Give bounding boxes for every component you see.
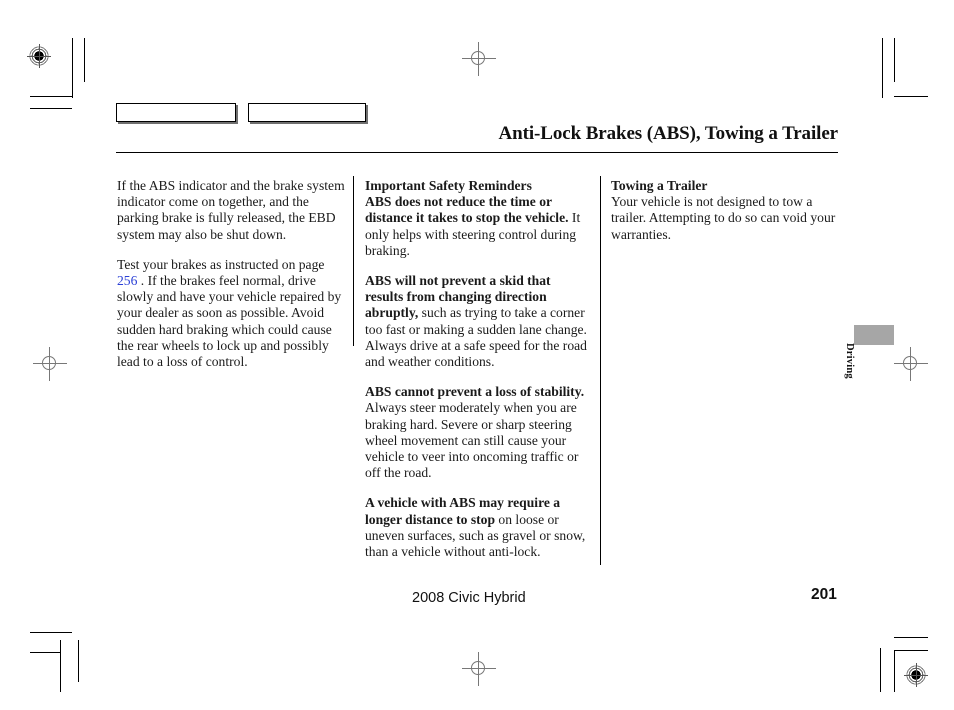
crop-mark-top-right-vertical-outer — [894, 38, 895, 82]
page-reference-link[interactable]: 256 — [117, 273, 137, 288]
crop-mark-bottom-right-vertical-inner — [894, 650, 895, 692]
crop-mark-top-left-vertical-inner — [72, 38, 73, 98]
crop-mark-bottom-left-horizontal-lower — [30, 652, 60, 653]
paragraph: Test your brakes as instructed on page 2… — [117, 257, 345, 370]
paragraph: ABS cannot prevent a loss of stability. … — [365, 384, 591, 481]
crop-mark-top-left-horizontal-outer — [30, 108, 72, 109]
paragraph: A vehicle with ABS may require a longer … — [365, 495, 591, 560]
bold-text-run: ABS does not reduce the time or distance… — [365, 194, 569, 226]
column-heading: Important Safety Reminders — [365, 178, 532, 193]
crop-mark-top-left-vertical-outer — [84, 38, 85, 82]
text-run: Test your brakes as instructed on page — [117, 256, 325, 272]
text-column-3: Towing a Trailer Your vehicle is not desi… — [611, 178, 843, 243]
column-heading: Towing a Trailer — [611, 178, 708, 193]
paragraph: If the ABS indicator and the brake syste… — [117, 178, 345, 243]
text-column-1: If the ABS indicator and the brake syste… — [117, 178, 345, 370]
paragraph: ABS will not prevent a skid that results… — [365, 273, 591, 370]
crop-mark-bottom-left-vertical-inner — [60, 640, 61, 692]
nav-button-next[interactable] — [248, 103, 366, 122]
crop-mark-top-left-horizontal-inner — [30, 96, 72, 97]
crop-mark-bottom-left-horizontal — [30, 632, 72, 633]
section-tab-block — [854, 325, 894, 345]
nav-button-previous[interactable] — [116, 103, 236, 122]
text-run: Your vehicle is not designed to tow a tr… — [611, 194, 836, 242]
text-run: . If the brakes feel normal, drive slowl… — [117, 273, 342, 370]
crosshair-ring — [471, 51, 485, 65]
crosshair-ring — [903, 356, 917, 370]
bold-text-run: ABS cannot prevent a loss of stability. — [365, 384, 585, 400]
crop-mark-bottom-right-vertical-outer — [880, 648, 881, 692]
column-divider-1 — [353, 176, 354, 346]
registration-crosshair-left-middle — [33, 347, 67, 381]
crop-mark-top-right-horizontal — [894, 96, 928, 97]
text-column-2: Important Safety Reminders ABS does not r… — [365, 178, 591, 560]
column-divider-2 — [600, 176, 601, 565]
title-rule — [116, 152, 838, 153]
crop-mark-top-right-vertical-inner — [882, 38, 883, 98]
crop-mark-bottom-right-horizontal-lower — [894, 650, 928, 651]
text-run: If the ABS indicator and the brake syste… — [117, 178, 345, 242]
footer-page-number: 201 — [811, 586, 837, 603]
registration-target-top-left — [26, 43, 52, 69]
crosshair-ring — [471, 661, 485, 675]
crosshair-ring — [42, 356, 56, 370]
registration-crosshair-right-middle — [894, 347, 928, 381]
page-title: Anti-Lock Brakes (ABS), Towing a Trailer — [498, 123, 839, 144]
registration-crosshair-bottom-center — [462, 652, 496, 686]
footer-model-name: 2008 Civic Hybrid — [412, 590, 526, 606]
paragraph: Important Safety Reminders ABS does not r… — [365, 178, 591, 259]
section-tab-label: Driving — [844, 343, 855, 379]
text-run: Always steer moderately when you are bra… — [365, 400, 579, 481]
registration-crosshair-top-center — [462, 42, 496, 76]
crop-mark-bottom-right-horizontal — [894, 637, 928, 638]
registration-target-bottom-right — [903, 662, 929, 688]
crop-mark-bottom-left-vertical-outer — [78, 640, 79, 682]
paragraph: Towing a Trailer Your vehicle is not desi… — [611, 178, 843, 243]
